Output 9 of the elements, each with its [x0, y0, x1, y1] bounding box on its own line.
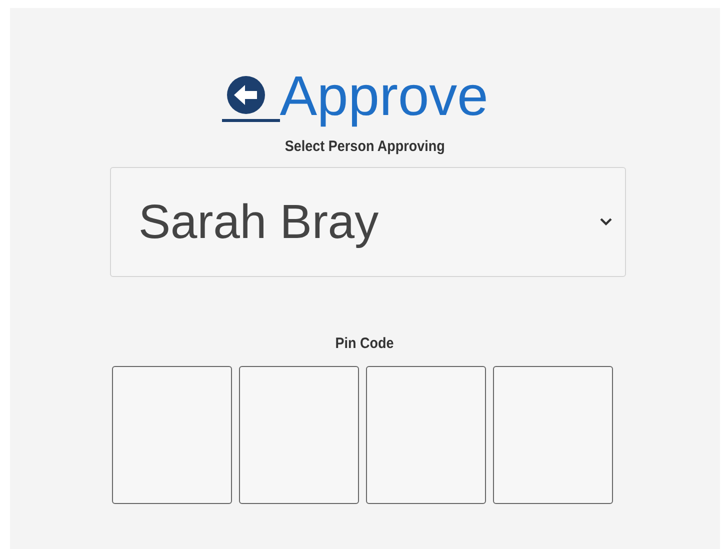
- pin-digit-field[interactable]: [238, 366, 358, 504]
- pin-digit-field[interactable]: [112, 366, 232, 504]
- approver-label: Select Person Approving: [284, 138, 446, 155]
- approver-select[interactable]: Sarah Bray: [110, 167, 626, 277]
- chevron-down-icon: [598, 217, 612, 227]
- pin-label: Pin Code: [336, 335, 394, 352]
- page-title: Approve: [280, 64, 488, 128]
- pin-digit-field[interactable]: [492, 366, 612, 504]
- pin-digit-field[interactable]: [366, 366, 486, 504]
